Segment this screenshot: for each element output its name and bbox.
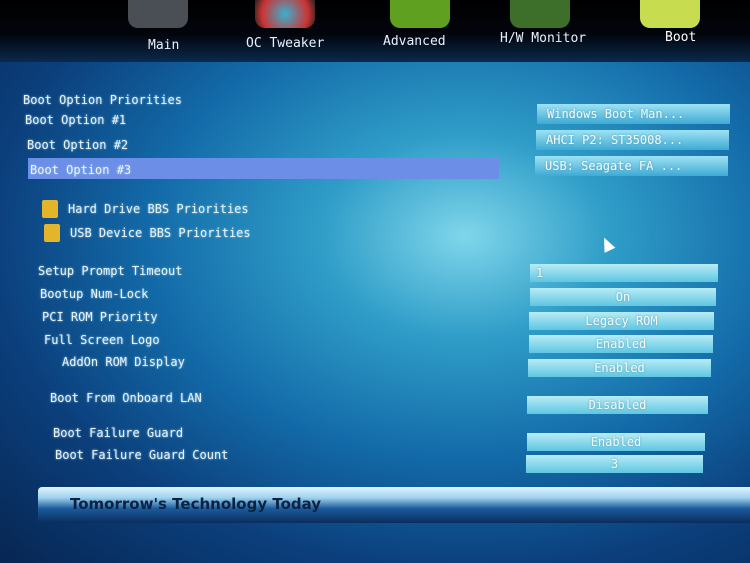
pci-rom-priority-value[interactable]: Legacy ROM bbox=[529, 312, 714, 330]
main-icon bbox=[128, 0, 188, 28]
setting-label[interactable]: Boot From Onboard LAN bbox=[50, 391, 202, 405]
boot-failure-guard-count-value[interactable]: 3 bbox=[526, 455, 703, 473]
tab-boot[interactable]: Boot bbox=[665, 30, 696, 45]
boot-failure-guard-value[interactable]: Enabled bbox=[527, 433, 705, 451]
tab-advanced[interactable]: Advanced bbox=[383, 34, 446, 49]
setting-label[interactable]: Full Screen Logo bbox=[44, 333, 160, 347]
setting-label[interactable]: Boot Failure Guard Count bbox=[55, 448, 228, 462]
setting-label[interactable]: PCI ROM Priority bbox=[42, 310, 158, 324]
boot-icon bbox=[640, 0, 700, 28]
tab-oc-tweaker[interactable]: OC Tweaker bbox=[246, 36, 324, 51]
mouse-cursor-icon bbox=[598, 235, 616, 253]
boot-option-2-label[interactable]: Boot Option #2 bbox=[27, 138, 128, 152]
bios-screen: Main OC Tweaker Advanced H/W Monitor Boo… bbox=[0, 0, 750, 563]
folder-icon bbox=[42, 200, 58, 218]
full-screen-logo-value[interactable]: Enabled bbox=[529, 335, 713, 353]
boot-option-3-value[interactable]: USB: Seagate FA ... bbox=[535, 156, 728, 176]
addon-rom-display-value[interactable]: Enabled bbox=[528, 359, 711, 377]
setting-label[interactable]: Bootup Num-Lock bbox=[40, 287, 148, 301]
folder-icon bbox=[44, 224, 60, 242]
oc-tweaker-icon bbox=[255, 0, 315, 28]
onboard-lan-value[interactable]: Disabled bbox=[527, 396, 708, 414]
boot-option-2-value[interactable]: AHCI P2: ST35008... bbox=[536, 130, 729, 150]
footer-slogan: Tomorrow's Technology Today bbox=[70, 495, 322, 513]
footer-bar: Tomorrow's Technology Today bbox=[38, 487, 750, 523]
boot-option-1-label[interactable]: Boot Option #1 bbox=[25, 113, 126, 127]
submenu-hdd-bbs[interactable]: Hard Drive BBS Priorities bbox=[68, 202, 249, 216]
bootup-numlock-value[interactable]: On bbox=[530, 288, 716, 306]
advanced-star-icon bbox=[390, 0, 450, 28]
setting-label[interactable]: Setup Prompt Timeout bbox=[38, 264, 183, 278]
hw-monitor-icon bbox=[510, 0, 570, 28]
setting-label[interactable]: Boot Failure Guard bbox=[53, 426, 183, 440]
boot-option-1-value[interactable]: Windows Boot Man... bbox=[537, 104, 730, 124]
tab-main[interactable]: Main bbox=[148, 38, 179, 53]
submenu-usb-bbs[interactable]: USB Device BBS Priorities bbox=[70, 226, 251, 240]
setup-prompt-timeout-input[interactable]: 1 bbox=[530, 264, 718, 282]
tab-hw-monitor[interactable]: H/W Monitor bbox=[500, 31, 586, 46]
boot-option-3-label[interactable]: Boot Option #3 bbox=[30, 163, 131, 177]
setting-label[interactable]: AddOn ROM Display bbox=[62, 355, 185, 369]
section-title: Boot Option Priorities bbox=[23, 93, 182, 107]
top-nav: Main OC Tweaker Advanced H/W Monitor Boo… bbox=[0, 0, 750, 62]
